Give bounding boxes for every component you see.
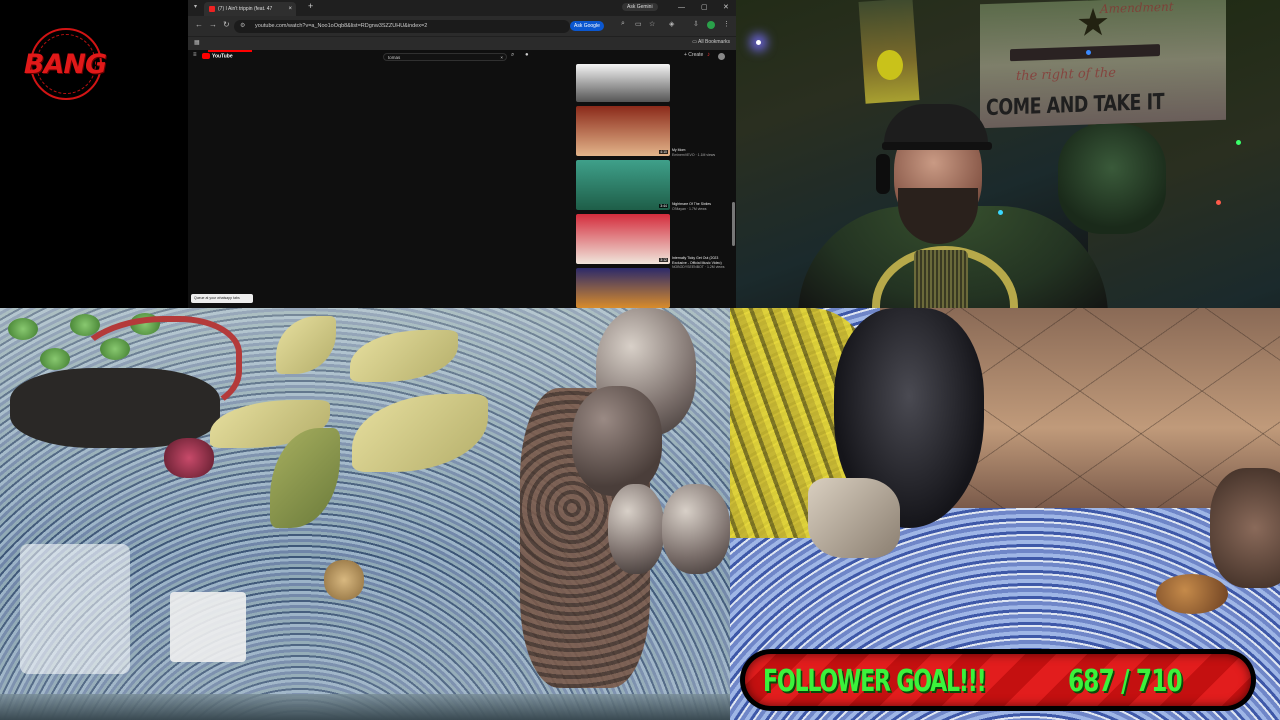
maximize-button[interactable]: ▢ [701,0,708,16]
microphone [914,250,968,308]
all-bookmarks-label: All Bookmarks [698,39,730,45]
yt-menu-icon[interactable]: ≡ [193,52,197,58]
light-reflection [20,544,130,674]
rifle-graphic [1010,44,1160,62]
back-icon[interactable]: ← [195,20,203,29]
recommendation-item[interactable]: 4:10 My Mom EminemVEVO · 1.1M views [576,106,736,158]
tab-search-icon[interactable]: ▾ [194,3,197,10]
browser-capture: ▾ (7) I Ain't trippin (feat. 47 × + Ask … [188,0,736,308]
youtube-logo[interactable]: YouTube [202,53,233,59]
bookmark-star-icon[interactable]: ☆ [649,20,655,28]
video-title[interactable]: Internally Ticky Get Out (2023 Exclusive… [672,256,734,265]
blue-light [756,40,761,45]
flag-script-top: Amendment [1100,0,1174,17]
tab-bar: ▾ (7) I Ain't trippin (feat. 47 × + Ask … [188,0,736,16]
poster-face [875,49,904,81]
goal-label: FOLLOWER GOAL!!! [763,664,987,699]
extensions-icon[interactable]: ◈ [669,20,674,28]
zoom-icon[interactable]: ⌕ [621,20,625,28]
recommendation-item[interactable]: 3:12 Internally Ticky Get Out (2023 Exclu… [576,214,736,269]
video-channel: O'Mayan · 1.7M views [672,206,707,211]
bookmarks-bar: ▦ ▭ All Bookmarks [188,36,736,50]
recommendation-list: 4:10 My Mom EminemVEVO · 1.1M views 3:44 Nig… [576,64,736,308]
reload-icon[interactable]: ↻ [223,20,230,29]
video-thumbnail[interactable] [576,64,670,102]
rock [572,386,662,496]
flag-script: the right of the [1016,65,1116,85]
address-bar[interactable]: ⚙ youtube.com/watch?v=a_Noo1oOqb8&list=R… [234,20,570,33]
youtube-play-icon [202,53,210,59]
aquarium-cam-left [0,308,730,720]
orange-snail [1156,574,1228,614]
goal-count: 687 / 710 [1068,664,1183,699]
close-window-button[interactable]: ✕ [723,0,729,16]
green-plant [8,318,38,340]
url-text: youtube.com/watch?v=a_Noo1oOqb8&list=RDg… [255,23,428,29]
video-duration: 4:10 [659,150,668,154]
video-channel: EminemVEVO · 1.1M views [672,152,716,157]
clear-search-icon[interactable]: × [500,54,503,62]
forward-icon[interactable]: → [209,20,217,29]
follower-goal-bar: FOLLOWER GOAL!!! 687 / 710 [740,649,1256,711]
party-light [1216,200,1221,205]
green-plant [40,348,70,370]
search-value: tomas [388,55,401,60]
apps-icon[interactable]: ▦ [194,39,200,46]
headset [876,154,890,194]
video-thumbnail[interactable] [576,268,670,308]
bang-logo: BANG [22,25,108,105]
video-thumbnail[interactable]: 3:44 [576,160,670,210]
rock [608,484,664,574]
close-tab-icon[interactable]: × [288,2,292,16]
page-load-progress [208,50,252,52]
youtube-search-input[interactable]: tomas × [383,53,507,61]
create-button[interactable]: + Create [684,52,703,58]
video-meta: Nightmare Of The Sixties O'Mayan · 1.7M v… [672,202,734,211]
rock [1210,468,1280,588]
active-tab[interactable]: (7) I Ain't trippin (feat. 47 × [204,2,296,16]
video-duration: 3:44 [659,204,668,208]
menu-icon[interactable]: ⋮ [723,20,730,28]
page-scrollbar[interactable] [732,202,735,246]
site-info-icon[interactable]: ⚙ [240,22,245,29]
webcam-feed: ★ Amendment the right of the COME AND TA… [736,0,1280,308]
pink-rock [164,438,214,478]
navigation-bar: ← → ↻ ⚙ youtube.com/watch?v=a_Noo1oOqb8&… [188,16,736,36]
white-stone [808,478,900,558]
goal-bar-fill: FOLLOWER GOAL!!! 687 / 710 [745,654,1251,706]
shell [324,560,364,600]
logo-text: BANG [23,49,107,80]
tab-title: (7) I Ain't trippin (feat. 47 [218,6,273,12]
video-duration: 3:12 [659,258,668,262]
notifications-icon[interactable]: ♪ [707,52,710,58]
rock [662,484,730,574]
downloads-icon[interactable]: ⇩ [693,20,699,28]
new-tab-button[interactable]: + [308,1,313,11]
recommendation-item[interactable]: 3:44 Nightmare Of The Sixties O'Mayan · 1.… [576,160,736,212]
ask-gemini-button[interactable]: Ask Gemini [622,3,658,11]
youtube-favicon-icon [209,6,215,12]
bottom-prompt[interactable]: Queue at your whatsapp tabs [191,294,253,303]
video-thumbnail[interactable]: 3:12 [576,214,670,264]
party-light [1236,140,1241,145]
youtube-logo-text: YouTube [212,53,233,60]
ask-google-button[interactable]: Ask Google [570,21,604,31]
party-light [998,210,1003,215]
cap-brim [882,142,992,150]
wall-poster [858,0,920,104]
all-bookmarks-button[interactable]: ▭ All Bookmarks [692,39,730,45]
recommendation-item[interactable]: CrocodiloMixes Vibes [576,268,736,308]
voice-search-icon[interactable]: ● [525,52,529,58]
search-icon[interactable]: ⌕ [511,52,514,59]
youtube-header: ≡ YouTube tomas × ⌕ ● + Create ♪ [188,50,736,64]
profile-avatar[interactable] [707,21,715,29]
video-thumbnail[interactable]: 4:10 [576,106,670,156]
party-light [1086,50,1091,55]
video-meta: My Mom EminemVEVO · 1.1M views [672,148,734,157]
cast-icon[interactable]: ▭ [635,20,642,28]
tank-glass-edge [0,694,730,720]
minimize-button[interactable]: — [678,0,685,16]
yt-avatar[interactable] [718,53,725,60]
white-tile [170,592,246,662]
